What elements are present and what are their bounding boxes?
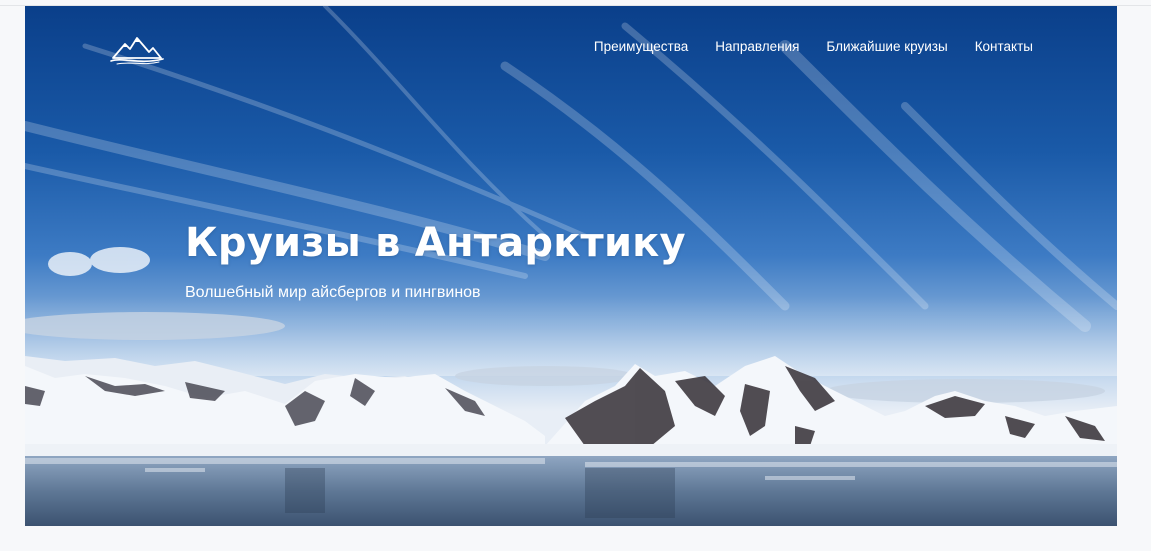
nav-item-destinations[interactable]: Направления xyxy=(715,39,799,54)
mountain-logo-icon[interactable] xyxy=(109,34,165,66)
nav-item-advantages[interactable]: Преимущества xyxy=(594,39,688,54)
hero-subtitle: Волшебный мир айсбергов и пингвинов xyxy=(185,284,481,301)
nav-item-upcoming-cruises[interactable]: Ближайшие круизы xyxy=(826,39,947,54)
main-nav: Преимущества Направления Ближайшие круиз… xyxy=(594,39,1033,54)
hero-background-image xyxy=(25,6,1117,526)
nav-item-contacts[interactable]: Контакты xyxy=(975,39,1033,54)
hero-title: Круизы в Антарктику xyxy=(185,220,686,266)
hero-section: Преимущества Направления Ближайшие круиз… xyxy=(25,6,1117,526)
